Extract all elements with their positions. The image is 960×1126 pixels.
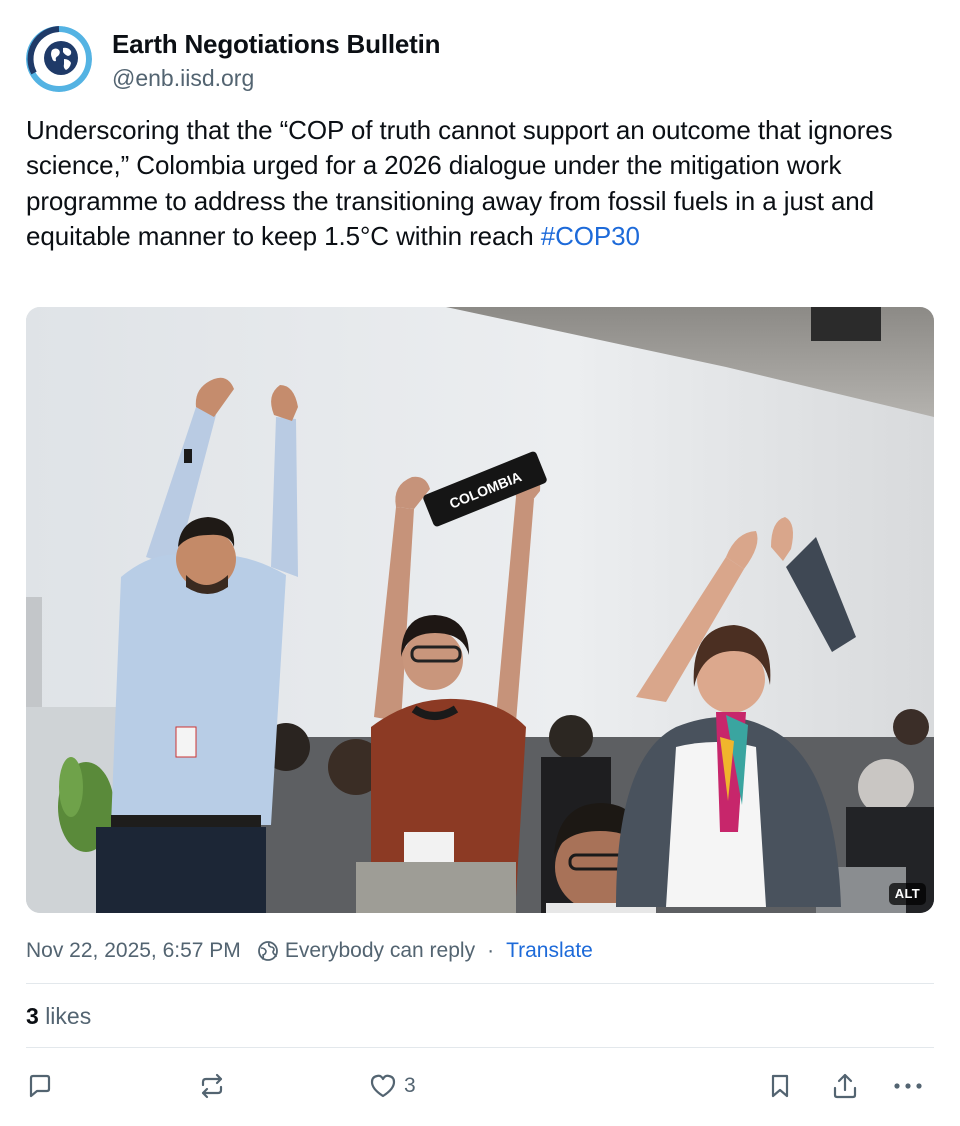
divider: [26, 983, 934, 984]
avatar[interactable]: [26, 26, 92, 92]
post-text: Underscoring that the “COP of truth cann…: [26, 113, 926, 255]
author-display-name[interactable]: Earth Negotiations Bulletin: [112, 28, 440, 60]
divider: [26, 1047, 934, 1048]
author-handle[interactable]: @enb.iisd.org: [112, 62, 440, 94]
post-meta: Nov 22, 2025, 6:57 PM Everybody can repl…: [26, 937, 593, 965]
post-timestamp[interactable]: Nov 22, 2025, 6:57 PM: [26, 939, 241, 963]
reply-button[interactable]: [26, 1068, 54, 1104]
hashtag-link[interactable]: #COP30: [541, 221, 640, 251]
meta-separator: ·: [487, 939, 495, 962]
like-count: 3: [404, 1074, 416, 1097]
post-image[interactable]: COLOMBIA ALT: [26, 307, 934, 913]
bookmark-icon: [771, 1074, 789, 1098]
globe-icon: [257, 940, 279, 962]
likes-label: likes: [45, 1003, 92, 1029]
more-icon: [894, 1083, 922, 1089]
enb-logo-icon: [26, 26, 92, 92]
more-options-button[interactable]: [892, 1068, 924, 1104]
share-icon: [833, 1073, 857, 1099]
photo-delegates-raising-arms: COLOMBIA: [26, 307, 934, 913]
repost-button[interactable]: [197, 1068, 227, 1104]
post-card: Earth Negotiations Bulletin @enb.iisd.or…: [0, 0, 960, 1126]
likes-count: 3: [26, 1003, 39, 1029]
reply-icon: [29, 1074, 51, 1098]
like-button[interactable]: 3: [368, 1068, 416, 1104]
author-block[interactable]: Earth Negotiations Bulletin @enb.iisd.or…: [112, 28, 440, 94]
repost-icon: [201, 1073, 223, 1099]
alt-badge[interactable]: ALT: [888, 883, 926, 905]
translate-link[interactable]: Translate: [506, 939, 593, 963]
likes-summary[interactable]: 3 likes: [26, 1001, 91, 1031]
bookmark-button[interactable]: [767, 1068, 793, 1104]
reply-setting: Everybody can reply: [284, 939, 476, 962]
heart-icon: [370, 1074, 396, 1098]
share-button[interactable]: [831, 1068, 859, 1104]
post-body-text: Underscoring that the “COP of truth cann…: [26, 115, 893, 252]
